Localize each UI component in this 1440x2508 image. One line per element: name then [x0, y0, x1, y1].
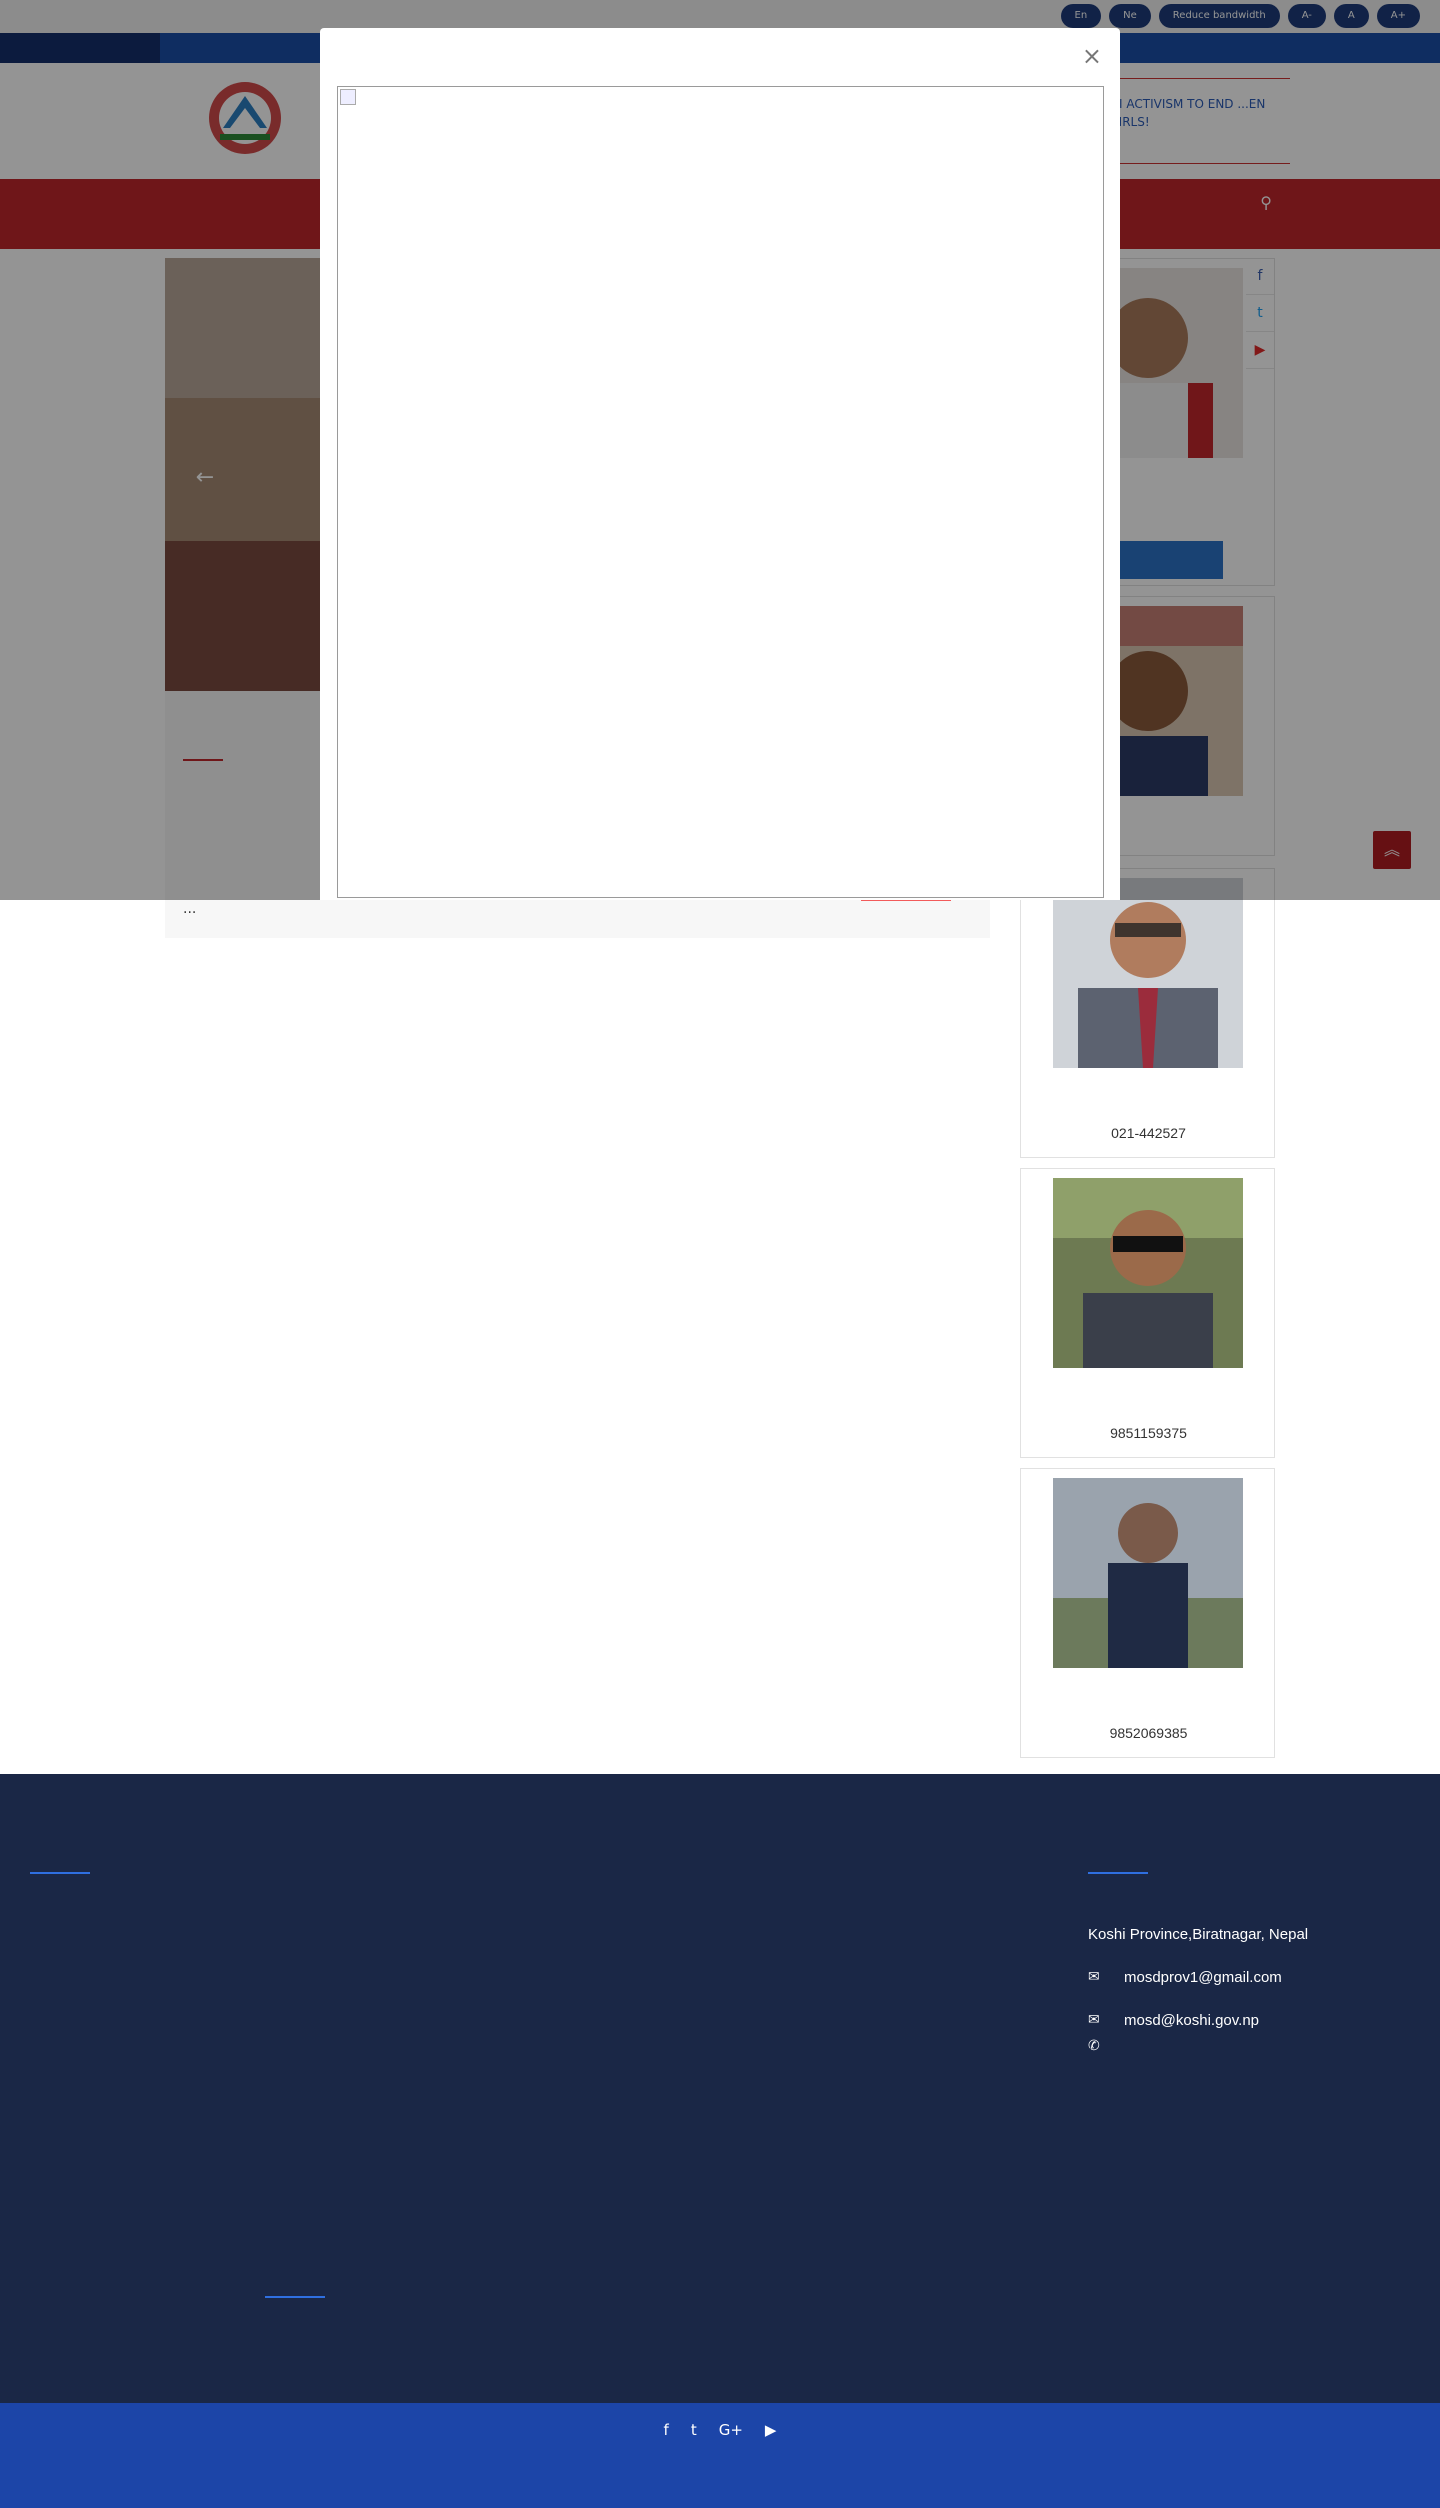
modal-image: [337, 86, 1104, 898]
footer-email-2[interactable]: mosd@koshi.gov.np: [1124, 2012, 1259, 2029]
facebook-icon[interactable]: f: [664, 2421, 669, 2439]
official-photo: [1053, 1478, 1243, 1668]
official-card-3: 021-442527: [1020, 868, 1275, 1158]
footer-socials: f t G+ ▶: [0, 2421, 1440, 2439]
twitter-icon[interactable]: t: [691, 2421, 697, 2439]
youtube-icon[interactable]: ▶: [765, 2421, 777, 2439]
footer-email-1[interactable]: mosdprov1@gmail.com: [1124, 1969, 1282, 1986]
official-photo: [1053, 1178, 1243, 1368]
official-photo: [1053, 878, 1243, 1068]
copyright-bar: f t G+ ▶: [0, 2403, 1440, 2508]
footer-col2-bar: [265, 2296, 325, 2298]
envelope-icon: ✉: [1088, 2012, 1100, 2028]
broken-image-icon: [340, 89, 356, 105]
official-phone: 021-442527: [1111, 1125, 1186, 1141]
close-icon[interactable]: ×: [1082, 42, 1102, 70]
phone-icon: ✆: [1088, 2038, 1100, 2054]
popup-modal: ×: [320, 28, 1120, 900]
envelope-icon: ✉: [1088, 1969, 1100, 1985]
site-footer: Koshi Province,Biratnagar, Nepal ✉ mosdp…: [0, 1774, 1440, 2403]
official-phone: 9851159375: [1110, 1425, 1187, 1441]
article-ellipsis: ...: [183, 901, 197, 917]
official-phone: 9852069385: [1109, 1725, 1188, 1741]
official-card-4: 9851159375: [1020, 1168, 1275, 1458]
footer-address: Koshi Province,Biratnagar, Nepal: [1088, 1926, 1309, 1943]
footer-col1-bar: [30, 1872, 90, 1874]
official-card-5: 9852069385: [1020, 1468, 1275, 1758]
google-plus-icon[interactable]: G+: [719, 2421, 743, 2439]
footer-col3-bar: [1088, 1872, 1148, 1874]
